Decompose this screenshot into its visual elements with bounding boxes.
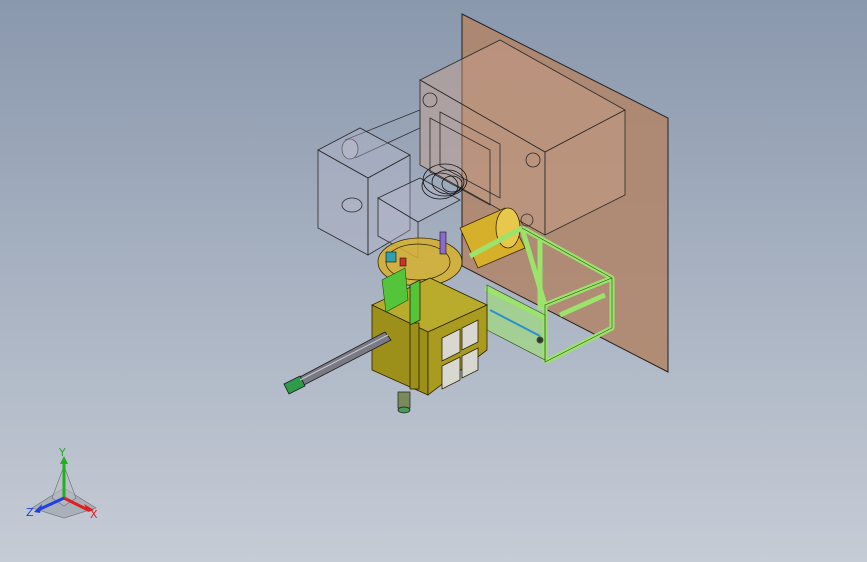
mold-block[interactable] <box>419 39 626 236</box>
assembly-model[interactable] <box>0 0 867 562</box>
z-axis-label: Z <box>26 506 34 519</box>
cad-viewport[interactable]: Y X Z <box>0 0 867 562</box>
x-axis-label: X <box>90 508 98 521</box>
orientation-triad[interactable]: Y X Z <box>22 446 106 526</box>
y-axis-label: Y <box>58 446 66 459</box>
drain-fitting <box>397 391 411 414</box>
